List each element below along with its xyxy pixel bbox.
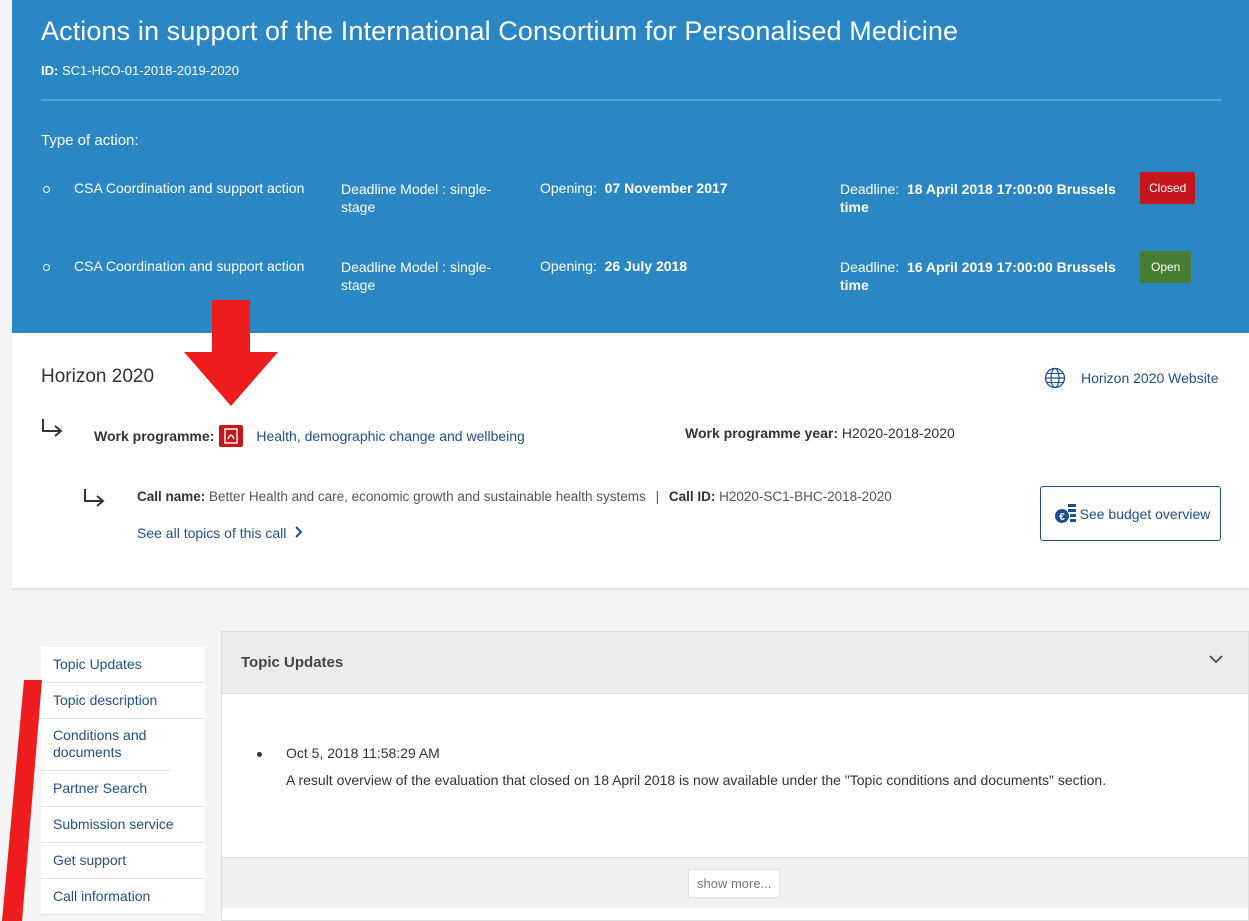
pdf-icon[interactable] — [219, 425, 244, 447]
sidenav-item-submission-service[interactable]: Submission service — [41, 807, 205, 843]
work-programme-year-value: H2020-2018-2020 — [841, 425, 955, 441]
sidenav-item-topic-updates[interactable]: Topic Updates — [41, 647, 205, 683]
opening-value: 26 July 2018 — [604, 258, 688, 274]
see-budget-overview-button[interactable]: € See budget overview — [1040, 486, 1221, 541]
call-info: Call name: Better Health and care, econo… — [137, 489, 892, 504]
bullet-icon — [257, 752, 262, 757]
see-all-topics-label: See all topics of this call — [137, 525, 287, 541]
sidenav-item-partner-search[interactable]: Partner Search — [41, 771, 205, 807]
sidenav-item-conditions-documents[interactable]: Conditions and documents — [41, 719, 170, 771]
bullet-icon — [43, 264, 50, 271]
call-name: Better Health and care, economic growth … — [209, 489, 646, 504]
programme-website-label: Horizon 2020 Website — [1081, 370, 1219, 386]
topic-id: ID: SC1-HCO-01-2018-2019-2020 — [41, 63, 239, 78]
action-row: CSA Coordination and support action Dead… — [41, 172, 1231, 230]
opening-date: Opening: 07 November 2017 — [540, 180, 728, 196]
work-programme-year: Work programme year: H2020-2018-2020 — [685, 425, 955, 441]
update-date: Oct 5, 2018 11:58:29 AM — [286, 745, 440, 761]
show-more-button[interactable]: show more... — [688, 869, 781, 898]
call-name-label: Call name: — [137, 489, 206, 504]
chevron-down-icon[interactable] — [1209, 654, 1223, 664]
svg-text:€: € — [1059, 512, 1065, 523]
deadline-model: Deadline Model : single-stage — [341, 181, 492, 215]
work-programme: Work programme: Health, demographic chan… — [94, 425, 525, 447]
call-id-label: Call ID: — [668, 489, 716, 504]
work-programme-year-label: Work programme year: — [685, 425, 839, 441]
topic-side-nav: Topic Updates Topic description Conditio… — [41, 647, 205, 915]
opening-label: Opening: — [540, 258, 597, 274]
work-programme-label: Work programme: — [94, 428, 215, 444]
return-arrow-icon — [40, 417, 66, 445]
status-badge: Closed — [1140, 172, 1196, 204]
topic-id-value: SC1-HCO-01-2018-2019-2020 — [61, 63, 240, 78]
programme-website-link[interactable]: Horizon 2020 Website — [1044, 367, 1218, 389]
annotation-arrow-down — [184, 300, 278, 406]
deadline-label: Deadline: — [840, 259, 900, 275]
call-id: H2020-SC1-BHC-2018-2020 — [719, 489, 892, 504]
bullet-icon — [43, 186, 50, 193]
panel-footer: show more... — [222, 857, 1248, 908]
globe-icon — [1044, 367, 1066, 389]
action-type: CSA Coordination and support action — [74, 180, 305, 196]
update-text: A result overview of the evaluation that… — [286, 772, 1107, 788]
topic-header: Actions in support of the International … — [12, 0, 1249, 333]
action-type: CSA Coordination and support action — [74, 258, 305, 274]
sidenav-item-get-support[interactable]: Get support — [41, 843, 205, 879]
budget-label: See budget overview — [1079, 505, 1211, 522]
deadline-label: Deadline: — [840, 181, 900, 197]
status-badge: Open — [1140, 251, 1192, 283]
deadline: Deadline: 18 April 2018 17:00:00 Brussel… — [840, 180, 1130, 216]
sidenav-item-topic-description[interactable]: Topic description — [41, 683, 205, 719]
deadline: Deadline: 16 April 2019 17:00:00 Brussel… — [840, 258, 1130, 294]
chevron-right-icon — [295, 526, 303, 538]
opening-value: 07 November 2017 — [604, 180, 728, 196]
deadline-model: Deadline Model : single-stage — [341, 259, 492, 293]
programme-name: Horizon 2020 — [41, 366, 155, 387]
topic-updates-header[interactable]: Topic Updates — [222, 632, 1248, 694]
topic-id-label: ID: — [41, 63, 59, 78]
work-programme-link[interactable]: Health, demographic change and wellbeing — [256, 428, 525, 444]
sidenav-item-call-information[interactable]: Call information — [41, 879, 205, 915]
return-arrow-icon — [82, 487, 108, 515]
header-divider — [41, 99, 1222, 101]
see-all-topics-link[interactable]: See all topics of this call — [137, 525, 304, 541]
coins-icon: € — [1055, 503, 1076, 523]
type-of-action-label: Type of action: — [41, 132, 139, 149]
page-title: Actions in support of the International … — [41, 16, 959, 46]
topic-updates-panel: Topic Updates Oct 5, 2018 11:58:29 AM A … — [221, 631, 1249, 921]
opening-label: Opening: — [540, 180, 597, 196]
section-title: Topic Updates — [241, 654, 344, 671]
call-separator: | — [655, 489, 660, 504]
annotation-arrow — [2, 680, 42, 921]
opening-date: Opening: 26 July 2018 — [540, 258, 687, 274]
